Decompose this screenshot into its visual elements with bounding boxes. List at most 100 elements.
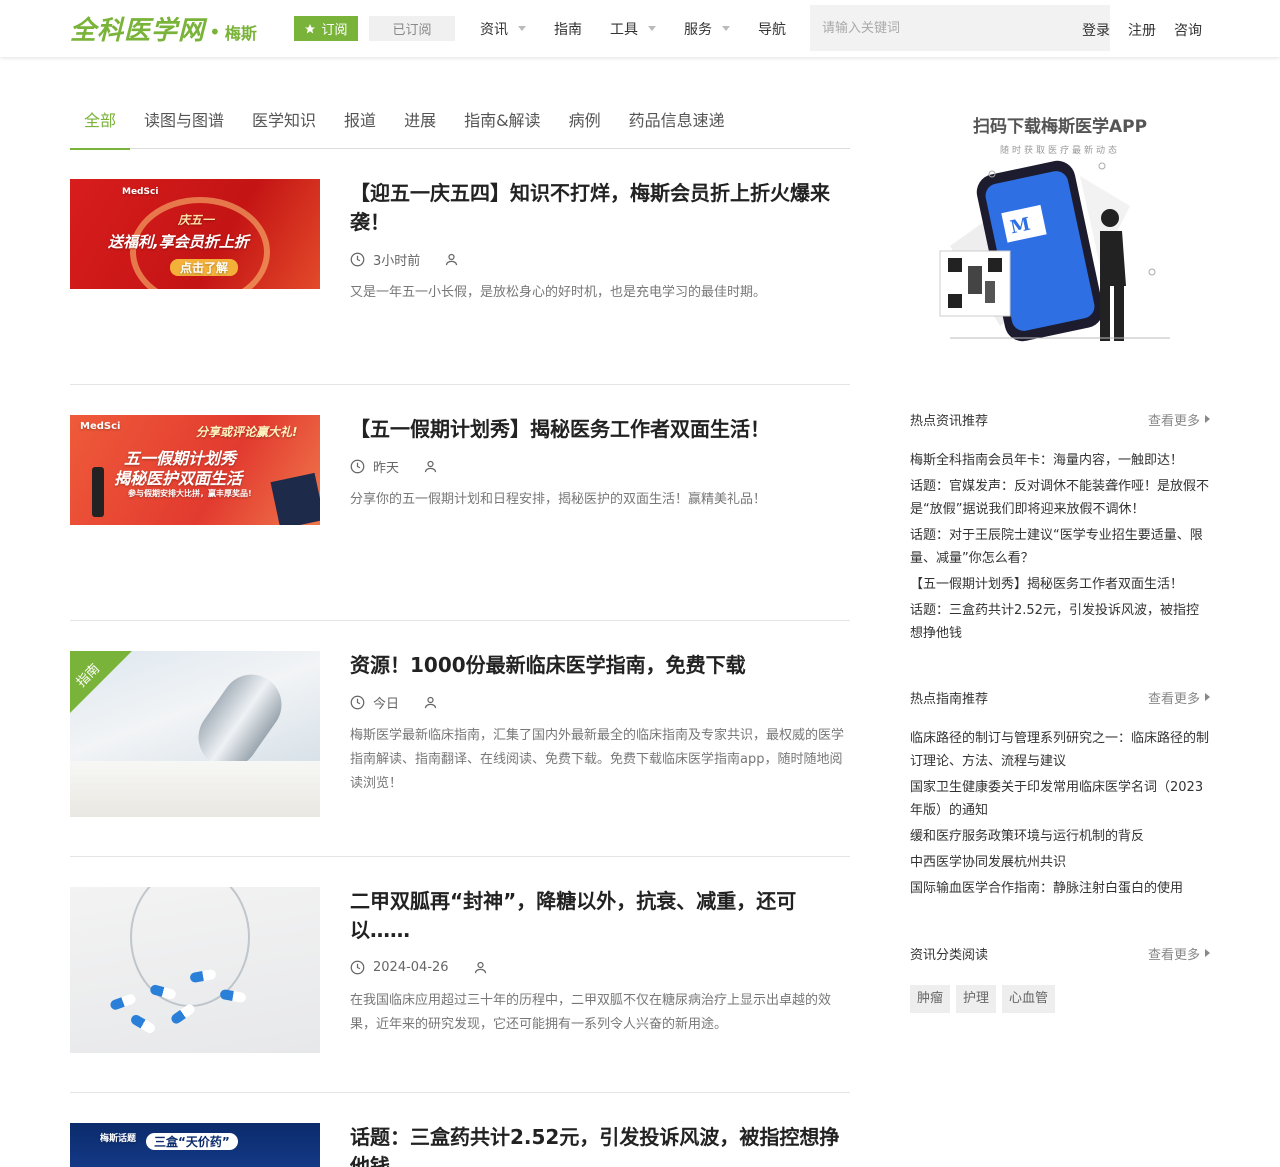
pill-image — [219, 988, 247, 1004]
article-body: 话题：三盒药共计2.52元，引发投诉风波，被指控想挣他钱 — [350, 1123, 850, 1167]
article-item[interactable]: MedSci 分享或评论赢大礼! 五一假期计划秀 揭秘医护双面生活 参与假期安排… — [70, 415, 850, 595]
nav-item-tools[interactable]: 工具 — [610, 19, 656, 39]
article-body: 二甲双胍再“封神”，降糖以外，抗衰、减重，还可以…… 2024-04-26 在我… — [350, 887, 850, 1037]
section-heading: 资讯分类阅读 — [910, 947, 989, 963]
app-download-subtitle: 随时获取医疗最新动态 — [999, 146, 1120, 156]
caret-right-icon — [1205, 693, 1210, 701]
article-summary: 梅斯医学最新临床指南，汇集了国内外最新最全的临床指南及专家共识，最权威的医学指南… — [350, 728, 845, 791]
category-tag[interactable]: 心血管 — [1002, 985, 1056, 1013]
article-title[interactable]: 资源！1000份最新临床医学指南，免费下载 — [350, 651, 850, 680]
caret-right-icon — [1205, 949, 1210, 957]
tab-guides[interactable]: 指南&解读 — [450, 108, 554, 149]
article-summary: 又是一年五一小长假，是放松身心的好时机，也是充电学习的最佳时期。 — [350, 285, 767, 300]
subscribe-button[interactable]: 订阅 — [294, 16, 358, 41]
consult-link[interactable]: 咨询 — [1174, 20, 1202, 40]
list-item[interactable]: 梅斯全科指南会员年卡：海量内容，一触即达！ — [910, 449, 1210, 472]
tab-all[interactable]: 全部 — [70, 108, 131, 150]
search-box — [810, 5, 1110, 51]
tab-drug-info[interactable]: 药品信息速递 — [615, 108, 739, 149]
article-item[interactable]: MedSci 庆五一 送福利,享会员折上折 点击了解 【迎五一庆五四】知识不打烊… — [70, 179, 850, 359]
article-meta: 2024-04-26 — [350, 957, 850, 977]
nav-item-navigation[interactable]: 导航 — [758, 19, 786, 39]
login-link[interactable]: 登录 — [1082, 20, 1110, 40]
tab-cases[interactable]: 病例 — [555, 108, 615, 149]
tab-progress[interactable]: 进展 — [390, 108, 450, 149]
search-input[interactable] — [810, 5, 1110, 51]
article-title[interactable]: 话题：三盒药共计2.52元，引发投诉风波，被指控想挣他钱 — [350, 1123, 850, 1167]
list-item[interactable]: 国际输血医学合作指南：静脉注射白蛋白的使用 — [910, 877, 1210, 900]
chevron-down-icon — [518, 26, 526, 31]
divider — [70, 1092, 850, 1093]
category-tabs: 全部 读图与图谱 医学知识 报道 进展 指南&解读 病例 药品信息速递 — [70, 108, 850, 150]
article-title[interactable]: 【五一假期计划秀】揭秘医务工作者双面生活！ — [350, 415, 850, 444]
article-summary: 在我国临床应用超过三十年的历程中，二甲双胍不仅在糖尿病治疗上显示出卓越的效果，近… — [350, 993, 832, 1032]
nav-item-news[interactable]: 资讯 — [480, 19, 526, 39]
article-thumbnail[interactable]: MedSci 分享或评论赢大礼! 五一假期计划秀 揭秘医护双面生活 参与假期安排… — [70, 415, 320, 525]
tab-atlas[interactable]: 读图与图谱 — [130, 108, 238, 149]
site-logo[interactable]: 全科医学网 • 梅斯 — [70, 10, 257, 47]
banner-brand: 梅斯话题 — [100, 1134, 137, 1144]
list-item[interactable]: 国家卫生健康委关于印发常用临床医学名词（2023年版）的通知 — [910, 776, 1210, 822]
list-item[interactable]: 话题：官媒发声：反对调休不能装聋作哑！是放假不是“放假”据说我们即将迎来放假不调… — [910, 475, 1210, 521]
register-link[interactable]: 注册 — [1128, 20, 1156, 40]
logo-sub-text: 梅斯 — [224, 24, 257, 43]
banner-brand: MedSci — [122, 187, 159, 197]
app-download-title: 扫码下载梅斯医学APP — [972, 117, 1148, 137]
banner-text: 三盒“天价药” — [146, 1133, 238, 1150]
view-more-link[interactable]: 查看更多 — [1148, 410, 1210, 429]
list-item[interactable]: 中西医学协同发展杭州共识 — [910, 851, 1210, 874]
banner-text: 点击了解 — [170, 259, 239, 276]
list-item[interactable]: 【五一假期计划秀】揭秘医务工作者双面生活！ — [910, 573, 1210, 596]
article-meta: 昨天 — [350, 456, 850, 476]
banner-text: 庆五一 — [178, 213, 215, 227]
section-heading: 热点资讯推荐 — [910, 413, 989, 429]
subscribed-button[interactable]: 已订阅 — [369, 16, 455, 41]
tab-reports[interactable]: 报道 — [330, 108, 390, 149]
list-item[interactable]: 话题：三盒药共计2.52元，引发投诉风波，被指控想挣他钱 — [910, 599, 1210, 645]
tab-knowledge[interactable]: 医学知识 — [238, 108, 330, 149]
article-title[interactable]: 二甲双胍再“封神”，降糖以外，抗衰、减重，还可以…… — [350, 887, 850, 945]
article-time: 3小时前 — [373, 253, 421, 269]
app-phone-illustration: M — [939, 160, 1170, 342]
article-thumbnail[interactable]: MedSci 庆五一 送福利,享会员折上折 点击了解 — [70, 179, 320, 289]
banner-brand: MedSci — [80, 421, 121, 432]
article-item[interactable]: 指南 资源！1000份最新临床医学指南，免费下载 今日 梅斯医学最新临床指南，汇… — [70, 651, 850, 831]
nav-item-guides[interactable]: 指南 — [554, 19, 582, 39]
article-time: 今日 — [373, 696, 400, 712]
banner-text: 参与假期安排大比拼，赢丰厚奖品! — [128, 489, 252, 498]
category-tag[interactable]: 护理 — [956, 985, 997, 1013]
category-section: 资讯分类阅读 查看更多 肿瘤 护理 心血管 — [910, 943, 1210, 1013]
list-item[interactable]: 临床路径的制订与管理系列研究之一：临床路径的制订理论、方法、流程与建议 — [910, 727, 1210, 773]
nav-item-services[interactable]: 服务 — [684, 19, 730, 39]
hot-news-section: 热点资讯推荐 查看更多 梅斯全科指南会员年卡：海量内容，一触即达！ 话题：官媒发… — [910, 409, 1210, 648]
article-meta: 3小时前 — [350, 249, 850, 269]
list-item[interactable]: 话题：对于王辰院士建议“医学专业招生要适量、限量、减量”你怎么看？ — [910, 524, 1210, 570]
nav-label: 工具 — [610, 21, 638, 38]
article-item[interactable]: 二甲双胍再“封神”，降糖以外，抗衰、减重，还可以…… 2024-04-26 在我… — [70, 887, 850, 1067]
article-thumbnail[interactable] — [70, 887, 320, 1053]
clock-icon — [350, 960, 365, 974]
user-icon — [424, 460, 437, 472]
user-icon — [474, 961, 486, 973]
category-tag[interactable]: 肿瘤 — [910, 985, 951, 1013]
subscribe-label: 订阅 — [321, 23, 348, 38]
main-nav: 资讯 指南 工具 服务 导航 — [480, 0, 786, 57]
logo-dot: • — [209, 20, 221, 44]
article-thumbnail[interactable]: 指南 — [70, 651, 320, 817]
article-time: 2024-04-26 — [373, 959, 449, 975]
user-icon — [446, 253, 458, 265]
list-item[interactable]: 缓和医疗服务政策环境与运行机制的背反 — [910, 825, 1210, 848]
banner-phone — [270, 472, 320, 525]
view-more-link[interactable]: 查看更多 — [1148, 688, 1210, 707]
pill-image — [109, 992, 137, 1012]
section-heading: 热点指南推荐 — [910, 691, 989, 707]
banner-text: 揭秘医护双面生活 — [114, 469, 243, 488]
article-title[interactable]: 【迎五一庆五四】知识不打烊，梅斯会员折上折火爆来袭！ — [350, 179, 850, 237]
view-more-link[interactable]: 查看更多 — [1148, 944, 1210, 963]
article-thumbnail[interactable]: 梅斯话题 三盒“天价药” — [70, 1123, 320, 1167]
article-item[interactable]: 梅斯话题 三盒“天价药” 话题：三盒药共计2.52元，引发投诉风波，被指控想挣他… — [70, 1123, 850, 1167]
divider — [70, 384, 850, 385]
banner-text: 分享或评论赢大礼! — [196, 425, 298, 439]
chevron-down-icon — [648, 26, 656, 31]
user-icon — [424, 696, 437, 708]
